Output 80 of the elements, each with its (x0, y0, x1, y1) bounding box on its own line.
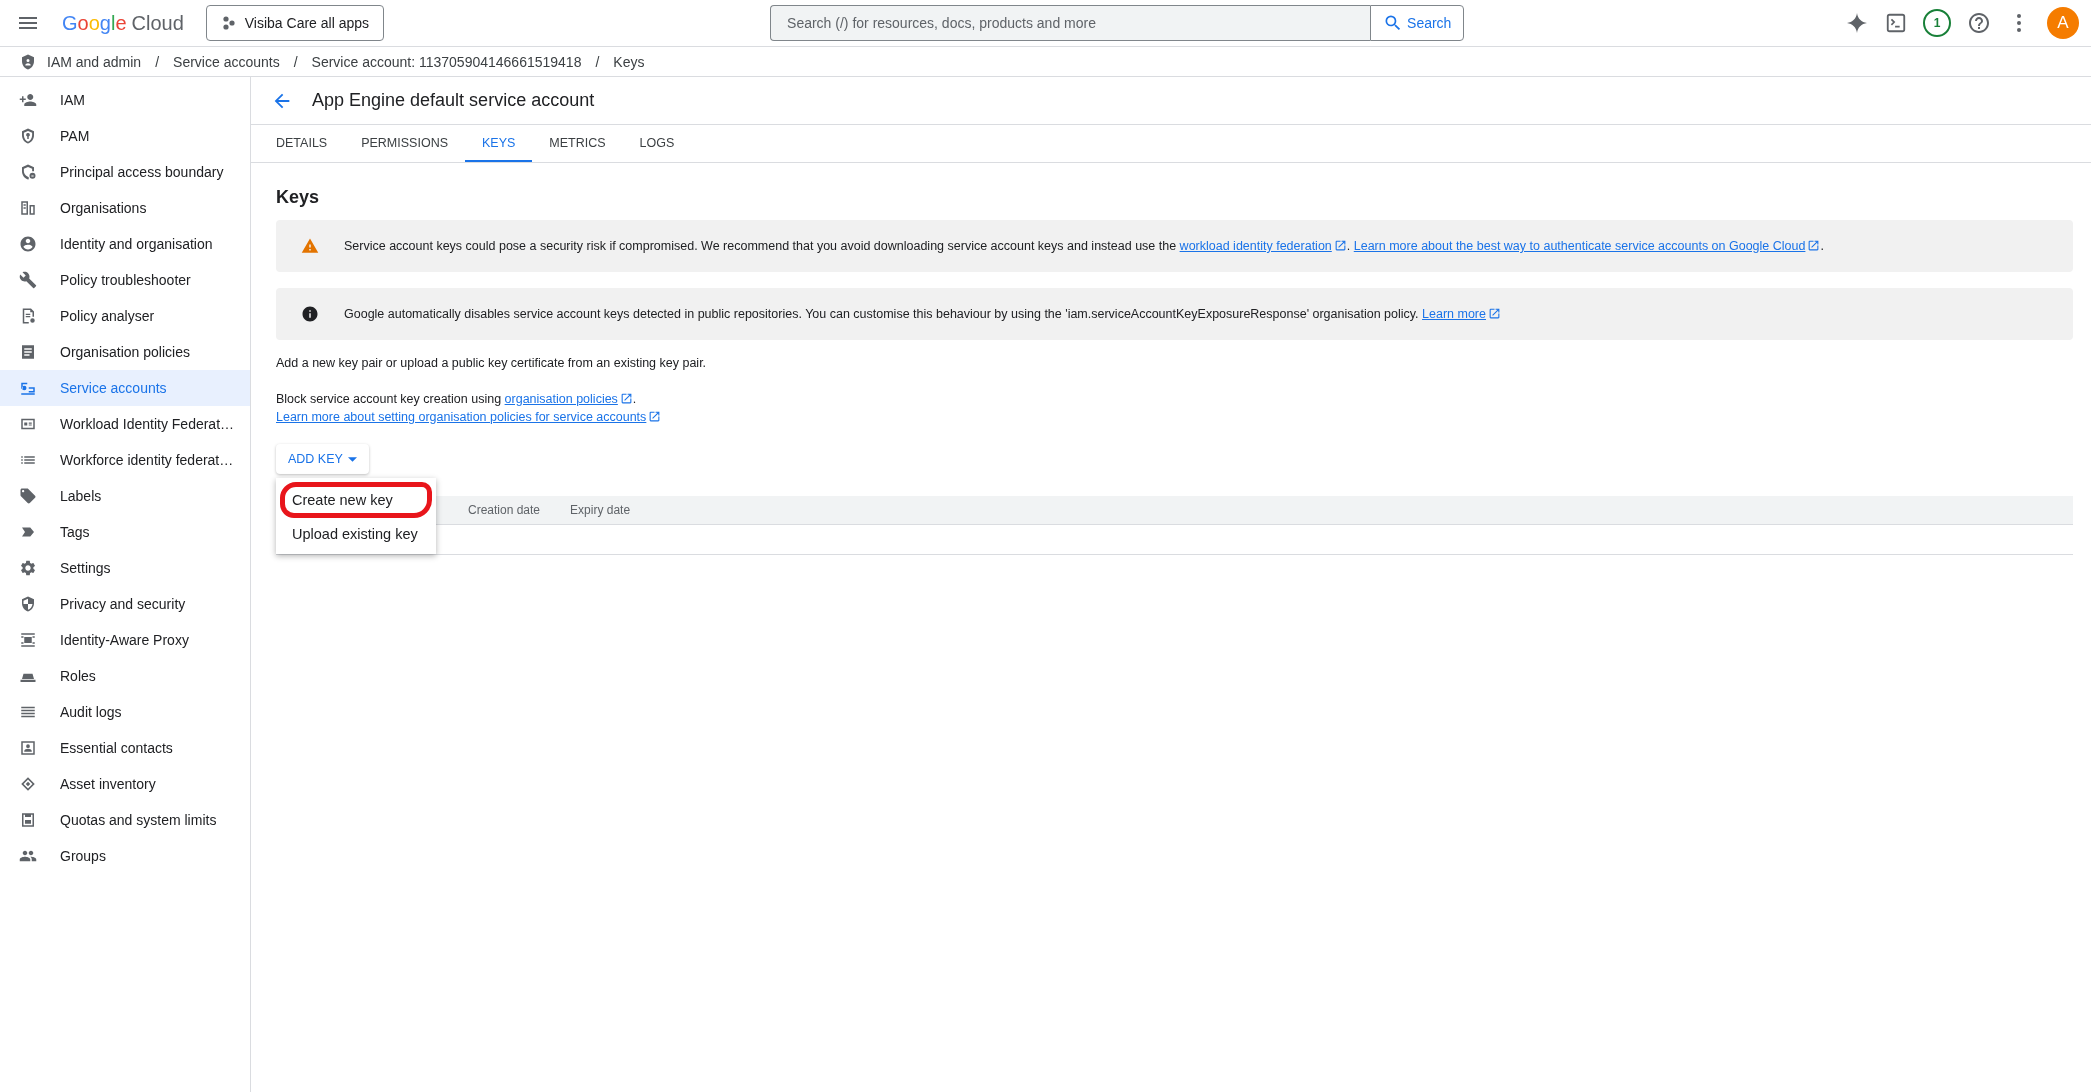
tab[interactable]: DETAILS (259, 125, 345, 162)
external-link-icon (1807, 239, 1821, 252)
wrench-icon (19, 271, 37, 289)
warning-icon (301, 237, 319, 255)
sidebar-item[interactable]: Essential contacts (0, 730, 250, 766)
sidebar-item[interactable]: Policy troubleshooter (0, 262, 250, 298)
link[interactable]: workload identity federation (1179, 239, 1347, 253)
sidebar-item[interactable]: Settings (0, 550, 250, 586)
link[interactable]: organisation policies (504, 392, 633, 406)
settings-icon (19, 559, 37, 577)
sidebar-item[interactable]: Principal access boundary (0, 154, 250, 190)
sidebar-item[interactable]: IAM (0, 82, 250, 118)
breadcrumb-item[interactable]: Keys (613, 53, 645, 70)
sidebar-item[interactable]: Quotas and system limits (0, 802, 250, 838)
tab[interactable]: PERMISSIONS (344, 125, 465, 162)
shield-icon (19, 163, 37, 181)
info-icon (301, 305, 319, 323)
sidebar-item[interactable]: Tags (0, 514, 250, 550)
breadcrumb-item[interactable]: Service account: 113705904146661519418 (311, 53, 582, 70)
breadcrumb-separator: / (293, 53, 298, 70)
building-icon (19, 199, 37, 217)
help-icon[interactable] (1967, 11, 1991, 35)
policy-text: Block service account key creation using organisation policies . (276, 392, 638, 406)
sidebar-item[interactable]: Workforce identity federat… (0, 442, 250, 478)
column-header[interactable]: Creation date (468, 503, 541, 517)
terminal-icon[interactable] (1885, 12, 1907, 34)
learn-more-link[interactable]: Learn more about setting organisation policies for service accounts (276, 410, 662, 424)
shield-icon (19, 595, 37, 613)
sidebar-item[interactable]: Organisation policies (0, 334, 250, 370)
sidebar-item[interactable]: Identity and organisation (0, 226, 250, 262)
notice-message: Service account keys could pose a security risk if compromised. We recommend that you avoid downloading service account keys and instead use the workload identity federation . Learn more about the best way to authenticate service accounts on Google Cloud . (344, 239, 1824, 253)
tab[interactable]: METRICS (532, 125, 623, 162)
sidebar-item[interactable]: Audit logs (0, 694, 250, 730)
diamond-icon (19, 775, 37, 793)
contact-card-icon (19, 739, 37, 757)
project-picker[interactable]: Visiba Care all apps (205, 5, 385, 41)
menu-item[interactable]: Upload existing key (276, 518, 436, 550)
column-header[interactable]: Expiry date (570, 503, 631, 517)
sidebar-item[interactable]: Service accounts (0, 370, 250, 406)
sidebar-item[interactable]: Privacy and security (0, 586, 250, 622)
section-heading: Keys (276, 187, 321, 208)
sidebar-item[interactable]: Roles (0, 658, 250, 694)
search-button[interactable]: Search (1370, 5, 1465, 41)
sidebar-item[interactable]: Labels (0, 478, 250, 514)
shield-icon (19, 127, 37, 145)
document-icon (19, 343, 37, 361)
breadcrumb-separator: / (595, 53, 600, 70)
search-field[interactable]: Search (/) for resources, docs, products and more (770, 5, 1371, 41)
tag-icon (19, 487, 37, 505)
sidebar-item[interactable]: Policy analyser (0, 298, 250, 334)
breadcrumb-item[interactable]: IAM and admin (47, 53, 142, 70)
add-key-button[interactable]: ADD KEY (276, 444, 369, 474)
box-icon (19, 811, 37, 829)
external-link-icon (1333, 239, 1347, 252)
external-link-icon (1488, 307, 1501, 320)
dots-icon (220, 15, 237, 31)
sidebar-item[interactable]: Groups (0, 838, 250, 874)
sidebar-item[interactable]: Identity-Aware Proxy (0, 622, 250, 658)
intro-text: Add a new key pair or upload a public key certificate from an existing key pair. (276, 356, 708, 370)
logo[interactable]: Google Cloud (62, 11, 184, 35)
sidebar-item[interactable]: Organisations (0, 190, 250, 226)
tab[interactable]: LOGS (622, 125, 692, 162)
menu-item[interactable]: Create new key (280, 482, 432, 518)
breadcrumb-item[interactable]: Service accounts (173, 53, 280, 70)
external-link-icon (648, 410, 662, 423)
notification-badge[interactable]: 1 (1923, 9, 1951, 37)
external-link-icon (619, 392, 633, 405)
grid-icon (19, 631, 37, 649)
person-add-icon (19, 91, 37, 109)
breadcrumb-separator: / (155, 53, 160, 70)
page-title: App Engine default service account (312, 90, 595, 111)
caret-icon (347, 456, 357, 462)
link[interactable]: Learn more about the best way to authenticate service accounts on Google Cloud (1353, 239, 1821, 253)
sidebar-item[interactable]: PAM (0, 118, 250, 154)
notice-message: Google automatically disables service account keys detected in public repositories. You can customise this behaviour by using the 'iam.serviceAccountKeyExposureResponse' organisation policy. Learn more (344, 307, 1501, 321)
link[interactable]: Learn more (1422, 307, 1501, 321)
sidebar-item[interactable]: Workload Identity Federat… (0, 406, 250, 442)
tab[interactable]: KEYS (465, 125, 533, 162)
shield-icon (19, 52, 37, 71)
sidebar-item[interactable]: Asset inventory (0, 766, 250, 802)
